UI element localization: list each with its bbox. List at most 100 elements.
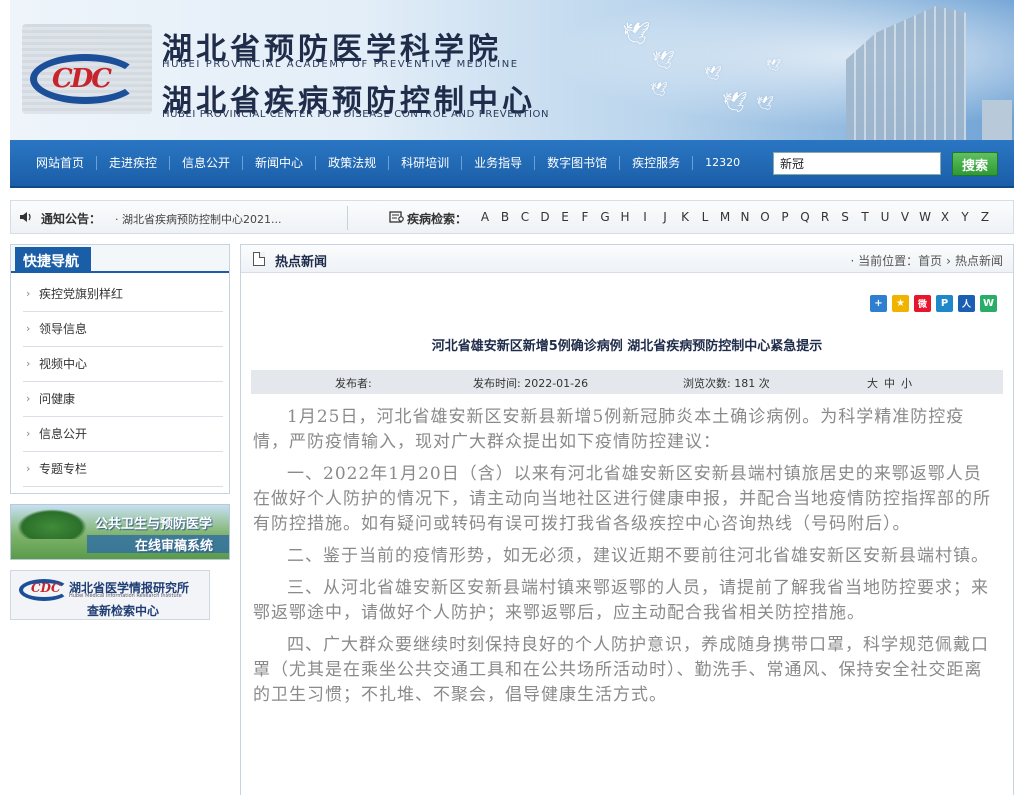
- institute-name-en: Hubei Medical Information Research Insti…: [69, 593, 182, 599]
- share-wechat-icon[interactable]: W: [980, 295, 997, 312]
- publish-date: 发布时间: 2022-01-26: [473, 377, 589, 390]
- quick-nav-item-label: 疾控党旗别样红: [39, 287, 124, 301]
- font-size-controls: 大中小: [867, 375, 918, 391]
- disease-letter-b[interactable]: B: [495, 210, 515, 224]
- nav-item-home[interactable]: 网站首页: [24, 156, 98, 170]
- quick-nav-title: 快捷导航: [15, 247, 91, 273]
- document-icon: [253, 252, 265, 266]
- chevron-right-icon: ›: [26, 357, 31, 370]
- quick-nav-item-info-public[interactable]: › 信息公开: [23, 417, 223, 452]
- main-nav: 网站首页 走进疾控 信息公开 新闻中心 政策法规 科研培训 业务指导 数字图书馆…: [10, 140, 1014, 188]
- disease-letter-c[interactable]: C: [515, 210, 535, 224]
- disease-letter-r[interactable]: R: [815, 210, 835, 224]
- disease-letter-s[interactable]: S: [835, 210, 855, 224]
- disease-letter-k[interactable]: K: [675, 210, 695, 224]
- disease-letter-t[interactable]: T: [855, 210, 875, 224]
- header-building-image-2: [982, 100, 1012, 140]
- disease-letter-d[interactable]: D: [535, 210, 555, 224]
- site-title-cdc-en: HUBEI PROVINCIAL CENTER FOR DISEASE CONT…: [162, 109, 550, 120]
- disease-letter-p[interactable]: P: [775, 210, 795, 224]
- disease-letter-v[interactable]: V: [895, 210, 915, 224]
- quick-nav-item-video[interactable]: › 视频中心: [23, 347, 223, 382]
- site-header: 🕊 🕊 🕊 🕊 🕊 🕊 🕊 CDC 湖北省预防医学科学院 HUBEI PROVI…: [10, 0, 1014, 140]
- share-tencent-icon[interactable]: P: [936, 295, 953, 312]
- banner-title: 公共卫生与预防医学: [95, 517, 213, 532]
- disease-letter-i[interactable]: I: [635, 210, 655, 224]
- disease-letter-x[interactable]: X: [935, 210, 955, 224]
- notice-link[interactable]: · 湖北省疾病预防控制中心2021...: [115, 211, 281, 227]
- disease-letter-j[interactable]: J: [655, 210, 675, 224]
- disease-letter-n[interactable]: N: [735, 210, 755, 224]
- nav-item-about[interactable]: 走进疾控: [97, 156, 171, 170]
- disease-letter-l[interactable]: L: [695, 210, 715, 224]
- article-paragraph: 1月25日，河北省雄安新区安新县新增5例新冠肺炎本土确诊病例。为科学精准防控疫情…: [253, 407, 965, 452]
- dove-icon: 🕊: [756, 96, 774, 112]
- font-size-large[interactable]: 大: [867, 377, 878, 390]
- nav-item-hotline[interactable]: 12320: [693, 156, 752, 170]
- disease-letter-h[interactable]: H: [615, 210, 635, 224]
- nav-item-info-public[interactable]: 信息公开: [170, 156, 244, 170]
- main-panel: 热点新闻 · 当前位置：首页 › 热点新闻 + ★ 微 P 人 W 河北省雄安新区新…: [240, 244, 1014, 795]
- disease-letter-m[interactable]: M: [715, 210, 735, 224]
- disease-letter-y[interactable]: Y: [955, 210, 975, 224]
- disease-letter-u[interactable]: U: [875, 210, 895, 224]
- disease-letter-index: A B C D E F G H I J K L M N O P Q R S T …: [475, 210, 995, 224]
- nav-item-research[interactable]: 科研培训: [389, 156, 463, 170]
- info-institute-banner[interactable]: CDC 湖北省医学情报研究所 Hubei Medical Information…: [10, 570, 210, 620]
- dove-icon: 🕊: [704, 66, 722, 82]
- disease-letter-w[interactable]: W: [915, 210, 935, 224]
- banner-tree-image: [17, 509, 87, 539]
- breadcrumb-home[interactable]: 首页: [918, 254, 942, 268]
- chevron-right-icon: ›: [26, 322, 31, 335]
- article-paragraph: 二、鉴于当前的疫情形势，如无必须，建议近期不要前往河北省雄安新区安新县端村镇。: [287, 546, 989, 566]
- search-input[interactable]: [773, 152, 941, 175]
- dove-icon: 🕊: [766, 58, 782, 72]
- share-renren-icon[interactable]: 人: [958, 295, 975, 312]
- disease-search-label: 疾病检索：: [407, 212, 468, 226]
- cdc-logo[interactable]: CDC: [22, 24, 152, 114]
- review-system-banner[interactable]: 公共卫生与预防医学 在线审稿系统: [10, 504, 230, 560]
- disease-letter-f[interactable]: F: [575, 210, 595, 224]
- nav-item-guidance[interactable]: 业务指导: [462, 156, 536, 170]
- disease-letter-e[interactable]: E: [555, 210, 575, 224]
- publisher: 发布者:: [335, 377, 372, 390]
- article-paragraph: 三、从河北省雄安新区安新县端村镇来鄂返鄂的人员，请提前了解我省当地防控要求；来鄂…: [253, 578, 989, 623]
- chevron-right-icon: ›: [26, 462, 31, 475]
- quick-nav-item-party[interactable]: › 疾控党旗别样红: [23, 277, 223, 312]
- dove-icon: 🕊: [650, 82, 668, 98]
- article-paragraph: 一、2022年1月20日（含）以来有河北省雄安新区安新县端村镇旅居史的来鄂返鄂人…: [253, 464, 991, 534]
- breadcrumb-dot: ·: [850, 254, 859, 268]
- nav-item-services[interactable]: 疾控服务: [620, 156, 694, 170]
- breadcrumb-current[interactable]: 热点新闻: [955, 254, 1003, 268]
- quick-nav-item-topics[interactable]: › 专题专栏: [23, 452, 223, 487]
- disease-letter-q[interactable]: Q: [795, 210, 815, 224]
- quick-nav-item-leaders[interactable]: › 领导信息: [23, 312, 223, 347]
- disease-letter-g[interactable]: G: [595, 210, 615, 224]
- nav-item-policy[interactable]: 政策法规: [316, 156, 390, 170]
- disease-letter-z[interactable]: Z: [975, 210, 995, 224]
- share-qzone-icon[interactable]: ★: [892, 295, 909, 312]
- chevron-right-icon: ›: [26, 392, 31, 405]
- quick-nav-header: 快捷导航: [11, 245, 229, 273]
- quick-nav-item-label: 视频中心: [39, 357, 88, 371]
- disease-letter-a[interactable]: A: [475, 210, 495, 224]
- share-weibo-icon[interactable]: 微: [914, 295, 931, 312]
- chevron-right-icon: ›: [26, 287, 31, 300]
- share-plus-icon[interactable]: +: [870, 295, 887, 312]
- article-title: 河北省雄安新区新增5例确诊病例 湖北省疾病预防控制中心紧急提示: [431, 339, 823, 354]
- nav-item-library[interactable]: 数字图书馆: [535, 156, 621, 170]
- search-button[interactable]: 搜索: [952, 152, 998, 176]
- font-size-small[interactable]: 小: [901, 377, 912, 390]
- quick-nav-item-label: 专题专栏: [39, 462, 88, 476]
- share-toolbar: + ★ 微 P 人 W: [870, 295, 997, 312]
- dove-icon: 🕊: [622, 22, 650, 47]
- quick-nav-item-label: 信息公开: [39, 427, 88, 441]
- font-size-medium[interactable]: 中: [884, 377, 895, 390]
- section-title: 热点新闻: [275, 255, 328, 270]
- nav-item-news[interactable]: 新闻中心: [243, 156, 317, 170]
- quick-nav-item-health-qa[interactable]: › 问健康: [23, 382, 223, 417]
- quick-nav-item-label: 问健康: [39, 392, 76, 406]
- notice-label: 通知公告：: [41, 212, 102, 226]
- breadcrumb: · 当前位置：首页 › 热点新闻: [851, 252, 1004, 269]
- disease-letter-o[interactable]: O: [755, 210, 775, 224]
